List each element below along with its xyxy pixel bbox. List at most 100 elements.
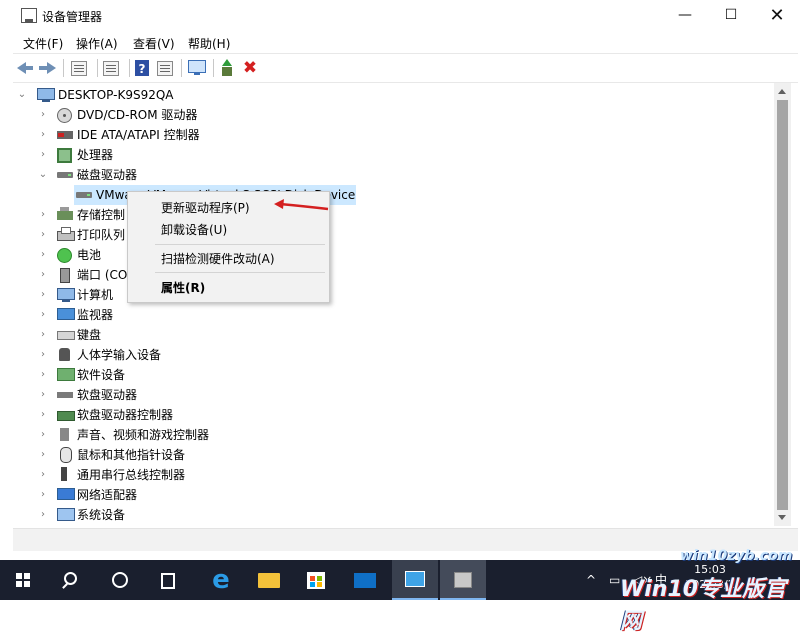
chevron-right-icon[interactable]: › bbox=[38, 225, 48, 245]
tree-item-hid[interactable]: › 人体学输入设备 bbox=[13, 345, 313, 365]
disk-drive-icon bbox=[57, 172, 73, 178]
chevron-right-icon[interactable]: › bbox=[38, 445, 48, 465]
tree-item-network[interactable]: › 网络适配器 bbox=[13, 485, 313, 505]
menu-help[interactable]: 帮助(H) bbox=[188, 35, 230, 52]
tree-item-disk-drives[interactable]: ⌄ 磁盘驱动器 bbox=[13, 165, 313, 185]
update-driver-icon[interactable] bbox=[219, 59, 237, 77]
disc-icon bbox=[57, 108, 72, 123]
action-pane-icon[interactable] bbox=[157, 61, 173, 76]
tree-item-usb[interactable]: › 通用串行总线控制器 bbox=[13, 465, 313, 485]
chevron-right-icon[interactable]: › bbox=[38, 365, 48, 385]
chevron-right-icon[interactable]: › bbox=[38, 285, 48, 305]
tree-item-system[interactable]: › 系统设备 bbox=[13, 505, 313, 525]
properties-icon[interactable] bbox=[103, 61, 119, 76]
chevron-right-icon[interactable]: › bbox=[38, 505, 48, 525]
cortana-icon[interactable] bbox=[96, 560, 142, 600]
chevron-right-icon[interactable]: › bbox=[38, 465, 48, 485]
tree-item-label: 软盘驱动器控制器 bbox=[77, 408, 174, 422]
minimize-button[interactable]: — bbox=[662, 0, 708, 31]
chevron-right-icon[interactable]: › bbox=[38, 405, 48, 425]
file-explorer-icon[interactable] bbox=[246, 560, 292, 600]
mouse-icon bbox=[60, 447, 72, 463]
context-uninstall-device[interactable]: 卸载设备(U) bbox=[161, 221, 227, 238]
menu-action[interactable]: 操作(A) bbox=[76, 35, 118, 52]
monitor-icon bbox=[57, 308, 75, 320]
device-manager-taskbar-icon[interactable] bbox=[392, 560, 438, 600]
tree-item-dvd[interactable]: › DVD/CD-ROM 驱动器 bbox=[13, 105, 313, 125]
processor-icon bbox=[57, 148, 72, 163]
tree-item-floppy-controller[interactable]: › 软盘驱动器控制器 bbox=[13, 405, 313, 425]
scroll-down-icon[interactable] bbox=[778, 515, 786, 520]
chevron-right-icon[interactable]: › bbox=[38, 325, 48, 345]
floppy-drive-icon bbox=[57, 392, 73, 398]
chevron-right-icon[interactable]: › bbox=[38, 205, 48, 225]
show-hide-console-tree-icon[interactable] bbox=[71, 61, 87, 76]
chevron-right-icon[interactable]: › bbox=[38, 125, 48, 145]
context-properties[interactable]: 属性(R) bbox=[161, 279, 205, 296]
chevron-right-icon[interactable]: › bbox=[38, 105, 48, 125]
tree-root-label: DESKTOP-K9S92QA bbox=[58, 88, 174, 102]
chevron-right-icon[interactable]: › bbox=[38, 345, 48, 365]
chevron-right-icon[interactable]: › bbox=[38, 385, 48, 405]
scan-hardware-icon[interactable] bbox=[188, 60, 206, 75]
chevron-down-icon[interactable]: ⌄ bbox=[38, 165, 48, 185]
chevron-right-icon[interactable]: › bbox=[38, 145, 48, 165]
title-bar: 设备管理器 — ☐ ✕ bbox=[0, 0, 800, 31]
tree-item-keyboard[interactable]: › 键盘 bbox=[13, 325, 313, 345]
tray-overflow-icon[interactable]: ^ bbox=[586, 560, 596, 600]
toolbar-separator bbox=[129, 59, 130, 77]
maximize-button[interactable]: ☐ bbox=[708, 0, 754, 31]
pinned-app-icon[interactable] bbox=[440, 560, 486, 600]
tree-root[interactable]: ⌄ DESKTOP-K9S92QA bbox=[13, 85, 313, 105]
search-icon[interactable] bbox=[48, 560, 94, 600]
watermark-brand: Win10专业版官网 bbox=[620, 577, 787, 634]
chevron-right-icon[interactable]: › bbox=[38, 425, 48, 445]
tree-item-label: 打印队列 bbox=[77, 228, 126, 242]
toolbar-separator bbox=[63, 59, 64, 77]
network-icon[interactable]: ▭ bbox=[609, 560, 620, 600]
tree-item-label: 监视器 bbox=[77, 308, 114, 322]
speaker-icon bbox=[60, 428, 69, 441]
menu-file[interactable]: 文件(F) bbox=[23, 35, 63, 52]
chevron-right-icon[interactable]: › bbox=[38, 485, 48, 505]
tree-item-label: 端口 (CO bbox=[77, 268, 128, 282]
vertical-scrollbar[interactable] bbox=[774, 83, 791, 526]
tree-item-floppy[interactable]: › 软盘驱动器 bbox=[13, 385, 313, 405]
tree-item-label: 通用串行总线控制器 bbox=[77, 468, 186, 482]
red-arrow-annotation bbox=[274, 199, 329, 211]
tree-item-software[interactable]: › 软件设备 bbox=[13, 365, 313, 385]
task-view-icon[interactable] bbox=[144, 560, 190, 600]
tree-item-label: 鼠标和其他指针设备 bbox=[77, 448, 186, 462]
tree-item-mouse[interactable]: › 鼠标和其他指针设备 bbox=[13, 445, 313, 465]
edge-browser-icon[interactable]: e bbox=[198, 560, 244, 600]
tree-item-processor[interactable]: › 处理器 bbox=[13, 145, 313, 165]
context-update-driver[interactable]: 更新驱动程序(P) bbox=[161, 199, 250, 216]
scroll-thumb[interactable] bbox=[777, 100, 788, 510]
device-tree[interactable]: ⌄ DESKTOP-K9S92QA › DVD/CD-ROM 驱动器 › IDE… bbox=[13, 83, 773, 526]
disk-icon bbox=[76, 192, 92, 198]
toolbar-separator bbox=[213, 59, 214, 77]
chevron-right-icon[interactable]: › bbox=[38, 265, 48, 285]
floppy-controller-icon bbox=[57, 411, 75, 421]
menu-view[interactable]: 查看(V) bbox=[133, 35, 175, 52]
store-icon[interactable] bbox=[294, 560, 340, 600]
tree-item-monitor[interactable]: › 监视器 bbox=[13, 305, 313, 325]
start-button[interactable] bbox=[0, 560, 46, 600]
help-icon[interactable]: ? bbox=[135, 60, 149, 76]
forward-arrow-icon[interactable] bbox=[39, 59, 57, 77]
uninstall-device-icon[interactable]: ✖ bbox=[241, 59, 259, 77]
mail-icon[interactable] bbox=[342, 560, 388, 600]
tree-item-label: IDE ATA/ATAPI 控制器 bbox=[77, 128, 200, 142]
scroll-up-icon[interactable] bbox=[778, 89, 786, 94]
computer-icon bbox=[57, 288, 75, 302]
chevron-down-icon[interactable]: ⌄ bbox=[17, 85, 27, 105]
tree-item-ide[interactable]: › IDE ATA/ATAPI 控制器 bbox=[13, 125, 313, 145]
context-scan-hardware[interactable]: 扫描检测硬件改动(A) bbox=[161, 250, 275, 267]
chevron-right-icon[interactable]: › bbox=[38, 245, 48, 265]
port-icon bbox=[60, 268, 70, 283]
tree-item-audio[interactable]: › 声音、视频和游戏控制器 bbox=[13, 425, 313, 445]
chevron-right-icon[interactable]: › bbox=[38, 305, 48, 325]
back-arrow-icon[interactable] bbox=[17, 59, 35, 77]
context-separator bbox=[155, 244, 325, 245]
close-button[interactable]: ✕ bbox=[754, 0, 800, 31]
